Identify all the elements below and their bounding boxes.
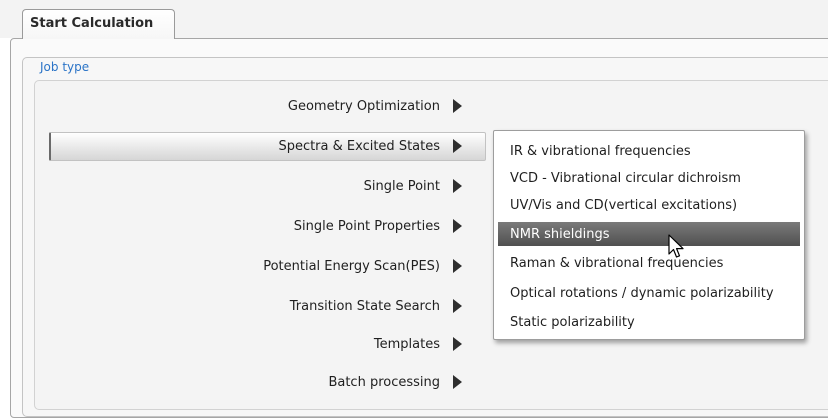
job-type-label: Single Point (363, 178, 440, 194)
job-type-label: Geometry Optimization (287, 98, 440, 114)
triangle-right-icon (453, 299, 462, 313)
submenu-item-nmr-shieldings[interactable]: NMR shieldings (498, 222, 800, 246)
submenu-item-vcd[interactable]: VCD - Vibrational circular dichroism (498, 166, 800, 190)
spectra-submenu: IR & vibrational frequencies VCD - Vibra… (493, 130, 805, 340)
job-type-label: Spectra & Excited States (278, 138, 440, 154)
job-type-transition-state-search[interactable]: Transition State Search (290, 294, 462, 318)
job-type-label: Single Point Properties (293, 218, 440, 234)
triangle-right-icon (453, 337, 462, 351)
triangle-right-icon (453, 375, 462, 389)
submenu-item-label: NMR shieldings (510, 226, 610, 242)
triangle-right-icon (453, 99, 462, 113)
submenu-item-ir-frequencies[interactable]: IR & vibrational frequencies (498, 139, 800, 163)
triangle-right-icon (453, 259, 462, 273)
submenu-item-uv-vis-cd[interactable]: UV/Vis and CD(vertical excitations) (498, 193, 800, 217)
tab-start-calculation[interactable]: Start Calculation (22, 9, 175, 39)
submenu-item-label: UV/Vis and CD(vertical excitations) (510, 197, 738, 213)
job-type-potential-energy-scan[interactable]: Potential Energy Scan(PES) (263, 254, 462, 278)
job-type-single-point[interactable]: Single Point (364, 174, 462, 198)
tab-label: Start Calculation (30, 16, 154, 31)
submenu-item-label: Static polarizability (510, 314, 635, 330)
submenu-item-label: Raman & vibrational frequencies (510, 255, 724, 271)
submenu-item-static-polarizability[interactable]: Static polarizability (498, 310, 800, 334)
triangle-right-icon (453, 219, 462, 233)
job-type-group-title: Job type (40, 60, 90, 74)
submenu-item-label: IR & vibrational frequencies (510, 143, 691, 159)
job-type-geometry-optimization[interactable]: Geometry Optimization (288, 94, 462, 118)
job-type-templates[interactable]: Templates (374, 332, 462, 356)
job-type-label: Templates (373, 336, 440, 352)
submenu-item-optical-rotations[interactable]: Optical rotations / dynamic polarizabili… (498, 281, 800, 305)
triangle-right-icon (453, 179, 462, 193)
job-type-label: Transition State Search (289, 298, 440, 314)
job-type-label: Potential Energy Scan(PES) (263, 258, 440, 274)
job-type-label: Batch processing (328, 374, 440, 390)
mouse-pointer-icon (668, 234, 684, 258)
tab-bar: Start Calculation (0, 0, 828, 39)
submenu-item-label: VCD - Vibrational circular dichroism (510, 170, 741, 186)
submenu-item-label: Optical rotations / dynamic polarizabili… (510, 285, 774, 301)
job-type-spectra-excited-states[interactable]: Spectra & Excited States (278, 134, 462, 158)
job-type-single-point-properties[interactable]: Single Point Properties (294, 214, 462, 238)
triangle-right-icon (453, 139, 462, 153)
job-type-batch-processing[interactable]: Batch processing (328, 370, 462, 394)
submenu-item-raman-frequencies[interactable]: Raman & vibrational frequencies (498, 251, 800, 275)
